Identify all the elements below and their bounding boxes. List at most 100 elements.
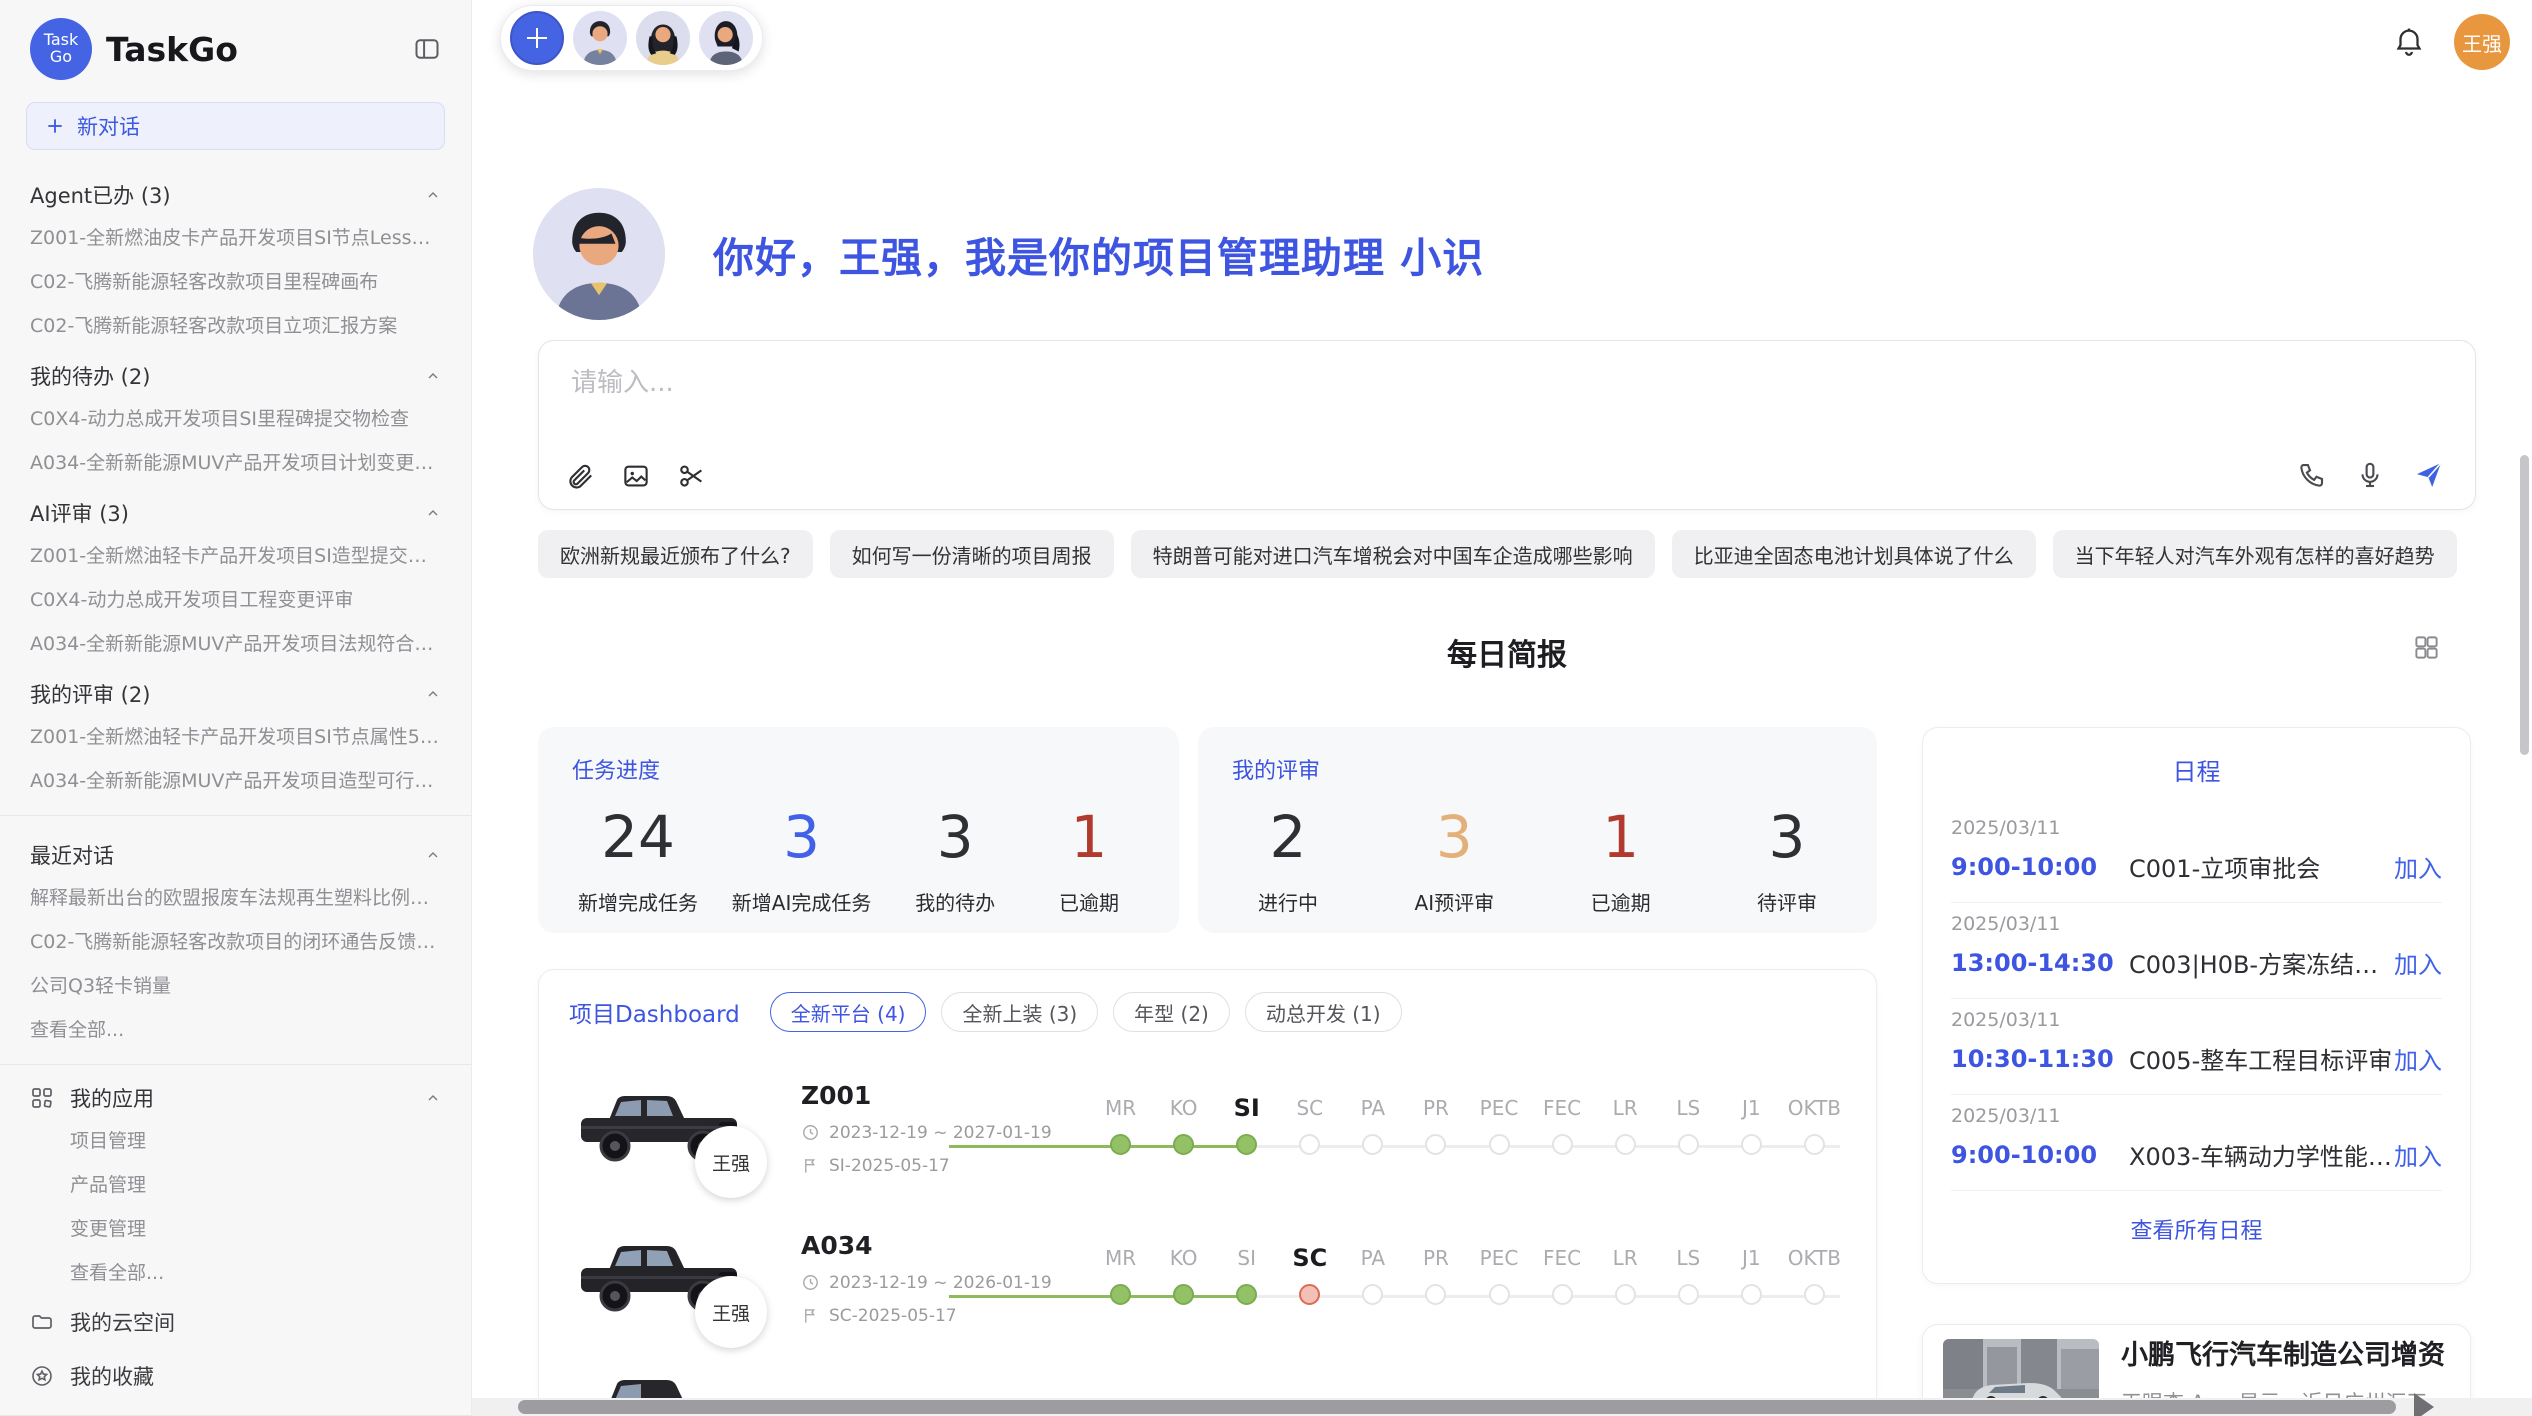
project-code: Z001 bbox=[801, 1081, 1053, 1110]
chevron-up-icon bbox=[425, 368, 441, 384]
sidebar-task-item[interactable]: C02-飞腾新能源轻客改款项目立项汇报方案 bbox=[30, 316, 441, 337]
section-title: 最近对话 bbox=[30, 840, 114, 870]
project-row[interactable]: 王强 Z001 2023-12-19 ~ 2027-01-19 SI-2025-… bbox=[569, 1074, 1846, 1182]
dashboard-tabs: 全新平台 (4) 全新上装 (3) 年型 (2) 动总开发 (1) bbox=[770, 992, 1402, 1032]
milestone-dot bbox=[1678, 1284, 1699, 1305]
tab-model-year[interactable]: 年型 (2) bbox=[1113, 992, 1230, 1032]
milestone-dot bbox=[1110, 1284, 1131, 1305]
suggestion-chip[interactable]: 当下年轻人对汽车外观有怎样的喜好趋势 bbox=[2053, 530, 2457, 578]
sidebar-task-item[interactable]: Z001-全新燃油轻卡产品开发项目SI造型提交物评审 bbox=[30, 546, 441, 567]
add-agent-button[interactable] bbox=[510, 11, 564, 65]
app-item-project[interactable]: 项目管理 bbox=[70, 1131, 441, 1152]
milestone: PR bbox=[1404, 1085, 1467, 1171]
image-icon[interactable] bbox=[621, 461, 651, 491]
app-item-product[interactable]: 产品管理 bbox=[70, 1175, 441, 1196]
agent-avatar[interactable] bbox=[699, 11, 753, 65]
microphone-icon[interactable] bbox=[2355, 460, 2385, 490]
apps-view-all[interactable]: 查看全部... bbox=[70, 1263, 441, 1284]
project-owner-badge: 王强 bbox=[695, 1126, 767, 1198]
horizontal-scrollbar[interactable] bbox=[472, 1398, 2532, 1416]
section-my-review[interactable]: 我的评审 (2) bbox=[30, 679, 441, 709]
layout-grid-icon[interactable] bbox=[2413, 634, 2440, 661]
attachment-icon[interactable] bbox=[565, 461, 595, 491]
app-name: TaskGo bbox=[106, 30, 399, 69]
milestone-dot bbox=[1615, 1134, 1636, 1155]
app-item-change[interactable]: 变更管理 bbox=[70, 1219, 441, 1240]
section-recent-chats[interactable]: 最近对话 bbox=[30, 840, 441, 870]
stat-cards: 任务进度 24 新增完成任务 3 新增AI完成任务 3 我的待办 1 已逾期 bbox=[538, 727, 1877, 933]
recent-chats-view-all[interactable]: 查看全部... bbox=[30, 1020, 441, 1041]
prompt-input[interactable] bbox=[569, 367, 1886, 399]
milestone: SC bbox=[1278, 1235, 1341, 1321]
app-window: Task Go TaskGo 新对话 Agent已办 (3) Z001-全新燃油… bbox=[0, 0, 2532, 1416]
join-link[interactable]: 加入 bbox=[2394, 1137, 2442, 1172]
section-agent-done[interactable]: Agent已办 (3) bbox=[30, 180, 441, 210]
horizontal-scrollbar-thumb[interactable] bbox=[518, 1400, 2396, 1414]
my-review-card: 我的评审 2 进行中 3 AI预评审 1 已逾期 3 待评审 bbox=[1198, 727, 1877, 933]
scroll-right-arrow-icon[interactable] bbox=[2414, 1393, 2434, 1416]
project-vehicle-image: 王强 bbox=[569, 1224, 749, 1332]
milestone: SI bbox=[1215, 1235, 1278, 1321]
milestone-timeline: MR KO SI SC PA PR PEC FEC LR LS J1 OKTB bbox=[1089, 1085, 1846, 1171]
recent-chat-item[interactable]: 解释最新出台的欧盟报废车法规再生塑料比例被调至15%... bbox=[30, 888, 441, 909]
tab-platform[interactable]: 全新平台 (4) bbox=[770, 992, 927, 1032]
milestone: OKTB bbox=[1783, 1235, 1846, 1321]
sidebar-item-favorites[interactable]: 我的收藏 bbox=[30, 1361, 441, 1391]
milestone: FEC bbox=[1531, 1235, 1594, 1321]
new-chat-label: 新对话 bbox=[77, 111, 140, 141]
event-date: 2025/03/11 bbox=[1951, 817, 2442, 839]
sidebar-task-item[interactable]: C0X4-动力总成开发项目工程变更评审 bbox=[30, 590, 441, 611]
notification-bell-icon[interactable] bbox=[2392, 25, 2426, 59]
sidebar-item-cloud-space[interactable]: 我的云空间 bbox=[30, 1307, 441, 1337]
chevron-up-icon bbox=[425, 505, 441, 521]
suggestion-chip[interactable]: 特朗普可能对进口汽车增税会对中国车企造成哪些影响 bbox=[1131, 530, 1655, 578]
scissors-icon[interactable] bbox=[677, 461, 707, 491]
suggestion-chip[interactable]: 比亚迪全固态电池计划具体说了什么 bbox=[1672, 530, 2036, 578]
milestone-dot bbox=[1741, 1134, 1762, 1155]
join-link[interactable]: 加入 bbox=[2394, 849, 2442, 884]
sidebar-task-item[interactable]: Z001-全新燃油轻卡产品开发项目SI节点属性5D文件评审 bbox=[30, 727, 441, 748]
suggestion-chip[interactable]: 欧洲新规最近颁布了什么? bbox=[538, 530, 813, 578]
view-all-schedule-link[interactable]: 查看所有日程 bbox=[1951, 1213, 2442, 1245]
prompt-input-card bbox=[538, 340, 2476, 510]
join-link[interactable]: 加入 bbox=[2394, 1041, 2442, 1076]
milestone: LS bbox=[1657, 1235, 1720, 1321]
project-row[interactable]: 王强 A034 2023-12-19 ~ 2026-01-19 SC-2025-… bbox=[569, 1224, 1846, 1332]
join-link[interactable]: 加入 bbox=[2394, 945, 2442, 980]
star-badge-icon bbox=[30, 1364, 54, 1388]
sidebar-task-item[interactable]: Z001-全新燃油皮卡产品开发项目SI节点Lesson Learn报告 bbox=[30, 228, 441, 249]
event-date: 2025/03/11 bbox=[1951, 913, 2442, 935]
tab-upfit[interactable]: 全新上装 (3) bbox=[941, 992, 1098, 1032]
section-my-todo[interactable]: 我的待办 (2) bbox=[30, 361, 441, 391]
assistant-avatar bbox=[533, 188, 665, 320]
sidebar-task-item[interactable]: A034-全新新能源MUV产品开发项目造型可行性评审 bbox=[30, 771, 441, 792]
sidebar-task-item[interactable]: C0X4-动力总成开发项目SI里程碑提交物检查 bbox=[30, 409, 441, 430]
milestone-dot bbox=[1110, 1134, 1131, 1155]
user-avatar[interactable]: 王强 bbox=[2454, 14, 2510, 70]
project-info: A034 2023-12-19 ~ 2026-01-19 SC-2025-05-… bbox=[801, 1231, 1053, 1326]
milestone-dot bbox=[1804, 1134, 1825, 1155]
metric-overdue: 1 已逾期 bbox=[1571, 805, 1671, 916]
recent-chat-item[interactable]: C02-飞腾新能源轻客改款项目的闭环通告反馈情况 bbox=[30, 932, 441, 953]
input-left-actions bbox=[565, 461, 707, 491]
suggestion-chip[interactable]: 如何写一份清晰的项目周报 bbox=[830, 530, 1114, 578]
agent-avatar[interactable] bbox=[636, 11, 690, 65]
section-ai-review[interactable]: AI评审 (3) bbox=[30, 498, 441, 528]
metric-new-ai-done: 3 新增AI完成任务 bbox=[732, 805, 872, 916]
sidebar-collapse-icon[interactable] bbox=[413, 35, 441, 63]
new-chat-button[interactable]: 新对话 bbox=[26, 102, 445, 150]
agent-avatar[interactable] bbox=[573, 11, 627, 65]
project-info: Z001 2023-12-19 ~ 2027-01-19 SI-2025-05-… bbox=[801, 1081, 1053, 1176]
sidebar-task-item[interactable]: A034-全新新能源MUV产品开发项目计划变更表编写 bbox=[30, 453, 441, 474]
stat-card-title: 我的评审 bbox=[1232, 753, 1843, 785]
section-my-apps[interactable]: 我的应用 bbox=[30, 1083, 441, 1113]
send-icon[interactable] bbox=[2413, 459, 2445, 491]
metric-new-done: 24 新增完成任务 bbox=[578, 805, 698, 916]
milestone-timeline: MR KO SI SC PA PR PEC FEC LR LS J1 OKTB bbox=[1089, 1235, 1846, 1321]
recent-chat-item[interactable]: 公司Q3轻卡销量 bbox=[30, 976, 441, 997]
tab-powertrain[interactable]: 动总开发 (1) bbox=[1245, 992, 1402, 1032]
sidebar-task-item[interactable]: A034-全新新能源MUV产品开发项目法规符合性评审 bbox=[30, 634, 441, 655]
sidebar-task-item[interactable]: C02-飞腾新能源轻客改款项目里程碑画布 bbox=[30, 272, 441, 293]
phone-icon[interactable] bbox=[2297, 460, 2327, 490]
vertical-scrollbar-thumb[interactable] bbox=[2520, 455, 2529, 755]
